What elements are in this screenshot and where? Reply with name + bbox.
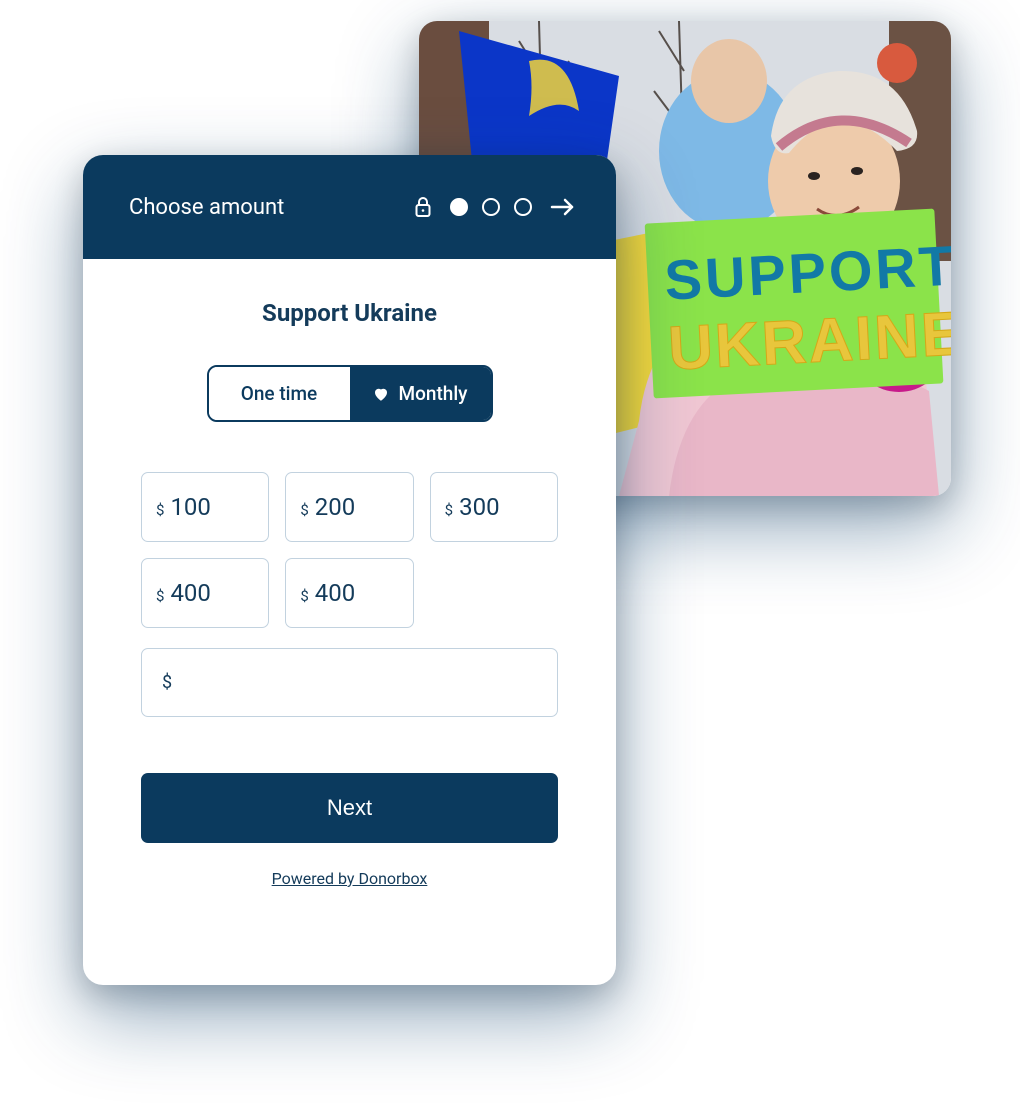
amount-option-300[interactable]: $300 — [430, 472, 558, 542]
frequency-monthly-label: Monthly — [398, 382, 467, 405]
amount-grid: $100$200$300$400$400 — [141, 472, 558, 628]
frequency-toggle: One time Monthly — [207, 365, 493, 422]
amount-option-400[interactable]: $400 — [141, 558, 269, 628]
amount-option-100[interactable]: $100 — [141, 472, 269, 542]
step-dot-3 — [514, 198, 532, 216]
amount-value: 400 — [170, 579, 210, 607]
currency-symbol: $ — [445, 501, 453, 519]
frequency-monthly-button[interactable]: Monthly — [350, 367, 491, 420]
frequency-one-time-label: One time — [241, 382, 317, 405]
lock-icon — [414, 196, 432, 218]
currency-symbol: $ — [156, 501, 164, 519]
step-indicator — [450, 198, 532, 216]
amount-value: 100 — [170, 493, 210, 521]
next-button[interactable]: Next — [141, 773, 558, 843]
amount-value: 400 — [315, 579, 355, 607]
frequency-one-time-button[interactable]: One time — [209, 367, 350, 420]
currency-symbol: $ — [300, 587, 308, 605]
amount-option-200[interactable]: $200 — [285, 472, 413, 542]
widget-header: Choose amount — [83, 155, 616, 259]
step-dot-1 — [450, 198, 468, 216]
header-title: Choose amount — [129, 195, 284, 220]
powered-by-link[interactable]: Powered by Donorbox — [141, 869, 558, 888]
currency-symbol: $ — [162, 672, 172, 693]
sign-text-line2: UKRAINE — [666, 299, 951, 383]
arrow-right-icon[interactable] — [550, 196, 576, 218]
amount-option-400[interactable]: $400 — [285, 558, 413, 628]
donation-widget: Choose amount Support Ukrai — [83, 155, 616, 985]
heart-icon — [372, 385, 390, 403]
amount-value: 200 — [315, 493, 355, 521]
custom-amount-input[interactable] — [182, 671, 537, 694]
campaign-title: Support Ukraine — [141, 299, 558, 327]
amount-value: 300 — [459, 493, 499, 521]
step-dot-2 — [482, 198, 500, 216]
custom-amount-field[interactable]: $ — [141, 648, 558, 717]
currency-symbol: $ — [300, 501, 308, 519]
currency-symbol: $ — [156, 587, 164, 605]
